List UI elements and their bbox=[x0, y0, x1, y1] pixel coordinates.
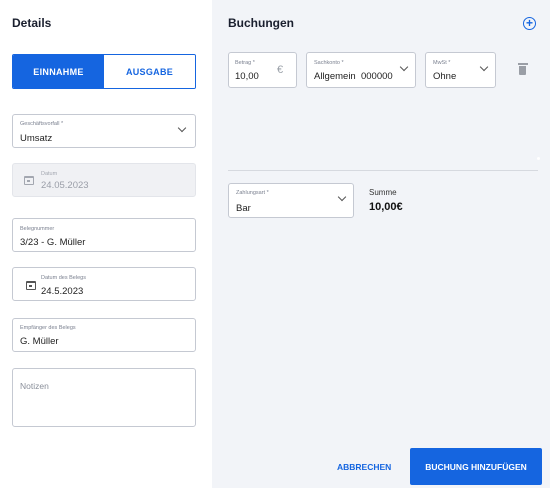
calendar-icon bbox=[24, 176, 34, 185]
account-select[interactable]: Sachkonto * Allgemein 000000 bbox=[306, 52, 416, 88]
receipt-date-label: Datum des Belegs bbox=[41, 275, 86, 281]
amount-value: 10,00 bbox=[235, 71, 259, 82]
calendar-icon[interactable] bbox=[26, 281, 36, 290]
income-toggle-button[interactable]: EINNAHME bbox=[13, 55, 104, 88]
transaction-type-select[interactable]: Geschäftsvorfall * Umsatz bbox=[12, 114, 196, 148]
vat-label: MwSt * bbox=[433, 60, 451, 66]
sum-value: 10,00€ bbox=[369, 201, 403, 213]
income-expense-toggle: EINNAHME AUSGABE bbox=[12, 54, 196, 89]
vat-value: Ohne bbox=[433, 71, 457, 82]
trash-icon[interactable] bbox=[517, 63, 528, 75]
expense-toggle-button[interactable]: AUSGABE bbox=[104, 55, 195, 88]
bookings-divider bbox=[228, 170, 538, 171]
cancel-button[interactable]: ABBRECHEN bbox=[337, 462, 391, 472]
receipt-number-field[interactable]: Belegnummer 3/23 - G. Müller bbox=[12, 218, 196, 252]
date-field: Datum 24.05.2023 bbox=[12, 163, 196, 197]
notes-placeholder: Notizen bbox=[20, 381, 49, 391]
sum-label: Summe bbox=[369, 188, 397, 197]
recipient-field[interactable]: Empfänger des Belegs G. Müller bbox=[12, 318, 196, 352]
add-booking-icon[interactable]: + bbox=[523, 17, 536, 30]
transaction-type-value: Umsatz bbox=[20, 133, 53, 144]
receipt-number-label: Belegnummer bbox=[20, 226, 55, 232]
bookings-title: Buchungen bbox=[228, 16, 294, 30]
date-label: Datum bbox=[41, 171, 58, 177]
chevron-down-icon bbox=[177, 123, 187, 133]
amount-field[interactable]: Betrag * 10,00 € bbox=[228, 52, 297, 88]
transaction-type-label: Geschäftsvorfall * bbox=[20, 121, 64, 127]
account-value: Allgemein 000000 bbox=[314, 71, 393, 82]
recipient-value: G. Müller bbox=[20, 336, 59, 347]
chevron-down-icon bbox=[479, 62, 489, 72]
receipt-date-value: 24.5.2023 bbox=[41, 286, 84, 297]
euro-icon: € bbox=[277, 64, 284, 76]
date-value: 24.05.2023 bbox=[41, 180, 89, 191]
chevron-down-icon bbox=[399, 62, 409, 72]
notes-textarea[interactable]: Notizen bbox=[12, 368, 196, 427]
payment-method-select[interactable]: Zahlungsart * Bar bbox=[228, 183, 354, 218]
amount-label: Betrag * bbox=[235, 60, 255, 66]
chevron-down-icon bbox=[337, 192, 347, 202]
add-booking-button[interactable]: BUCHUNG HINZUFÜGEN bbox=[410, 448, 542, 485]
payment-method-value: Bar bbox=[236, 203, 251, 214]
recipient-label: Empfänger des Belegs bbox=[20, 325, 76, 331]
receipt-date-field[interactable]: Datum des Belegs 24.5.2023 bbox=[12, 267, 196, 301]
details-title: Details bbox=[12, 16, 52, 30]
receipt-number-value: 3/23 - G. Müller bbox=[20, 237, 86, 248]
account-label: Sachkonto * bbox=[314, 60, 344, 66]
vat-select[interactable]: MwSt * Ohne bbox=[425, 52, 496, 88]
payment-method-label: Zahlungsart * bbox=[236, 190, 269, 196]
scroll-indicator bbox=[537, 157, 540, 160]
